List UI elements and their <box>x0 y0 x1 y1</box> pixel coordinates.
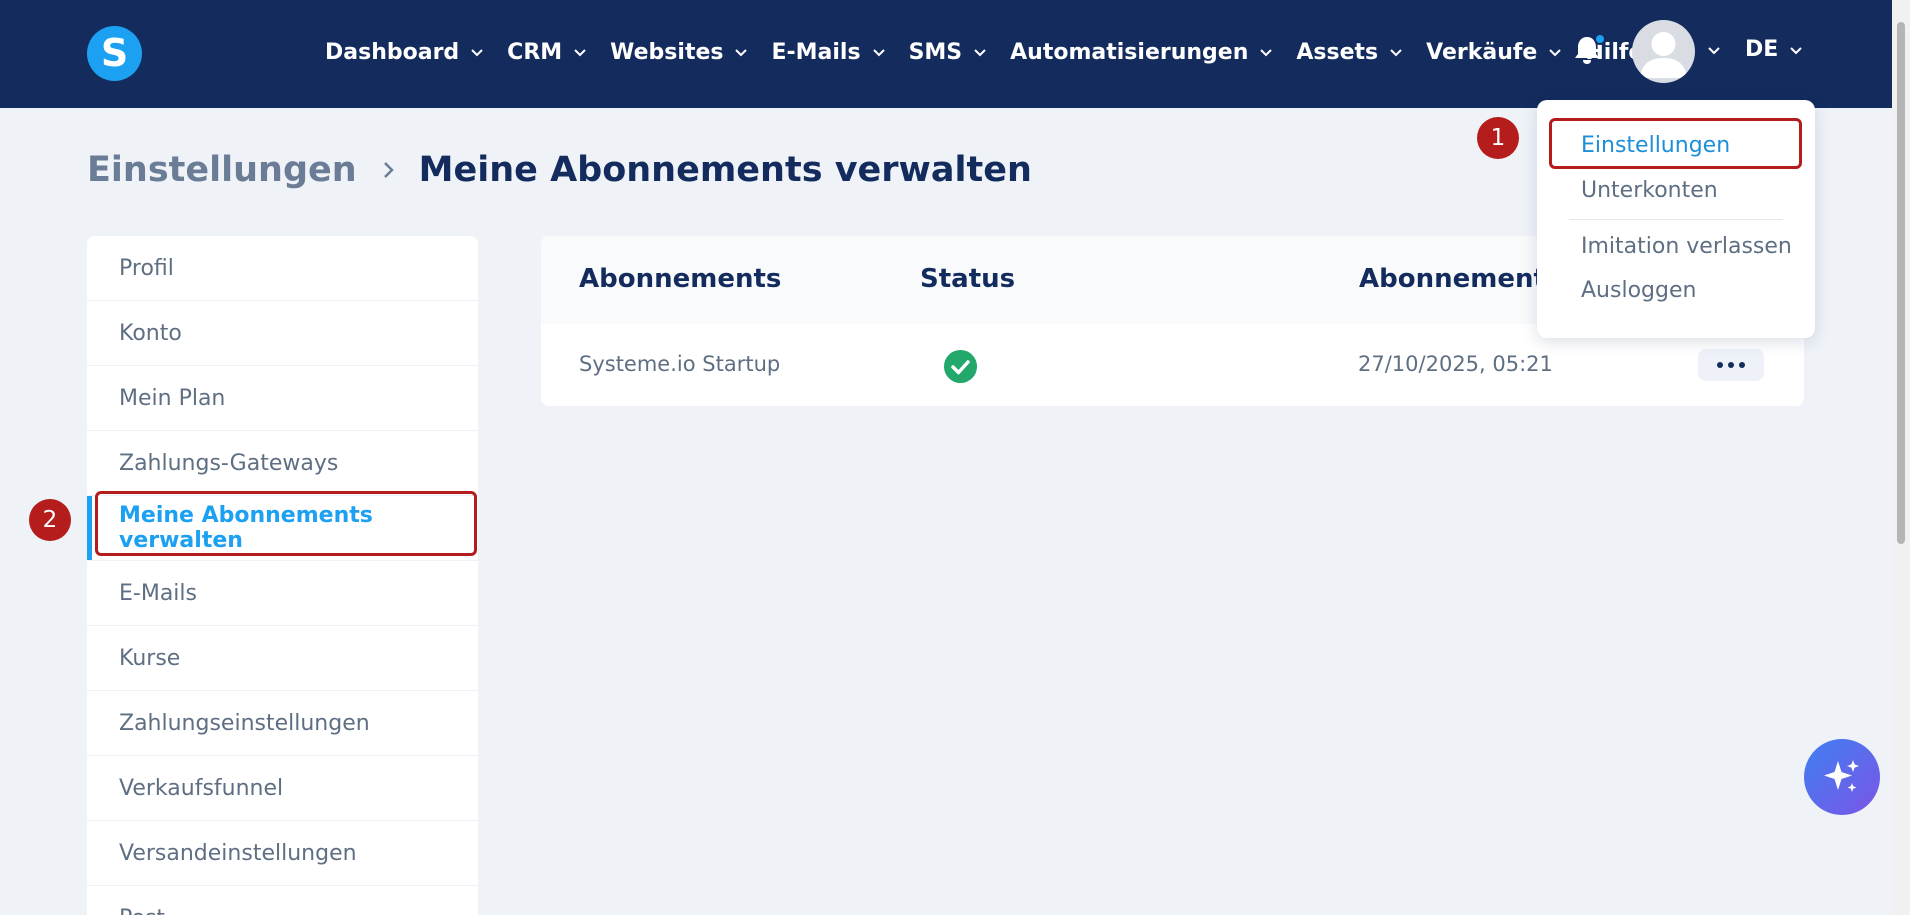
chevron-down-icon <box>574 49 586 57</box>
chevron-down-icon <box>974 49 986 57</box>
nav-emails[interactable]: E-Mails <box>771 40 886 65</box>
chevron-right-icon <box>383 162 394 178</box>
sidebar-item-label: Kurse <box>119 645 181 671</box>
settings-sidebar: Profil Konto Mein Plan Zahlungs-Gateways… <box>87 236 478 915</box>
sidebar-item-label: Zahlungseinstellungen <box>119 710 370 736</box>
sparkle-icon <box>1824 760 1859 792</box>
chevron-down-icon <box>1390 49 1402 57</box>
column-header-abonnements: Abonnements <box>579 264 782 294</box>
breadcrumb-parent[interactable]: Einstellungen <box>87 150 357 190</box>
page-scrollbar[interactable] <box>1892 0 1910 915</box>
top-navigation-bar: S Dashboard CRM Websites E-Mails SMS Aut… <box>0 0 1892 108</box>
more-dots-icon <box>1728 362 1734 368</box>
row-actions-button[interactable] <box>1698 349 1764 381</box>
chevron-down-icon <box>872 49 885 57</box>
nav-verkaeufe-label: Verkäufe <box>1426 39 1538 65</box>
more-dots-icon <box>1717 362 1723 368</box>
chevron-down-icon <box>1260 49 1273 57</box>
nav-sms[interactable]: SMS <box>909 40 989 65</box>
annotation-marker-2: 2 <box>29 499 71 541</box>
scrollbar-thumb[interactable] <box>1897 22 1905 544</box>
sidebar-item-mein-plan[interactable]: Mein Plan <box>87 366 478 431</box>
chevron-down-icon <box>1790 46 1803 54</box>
sidebar-item-zahlungseinstellungen[interactable]: Zahlungseinstellungen <box>87 691 478 756</box>
sidebar-item-label: Versandeinstellungen <box>119 840 357 866</box>
subscription-date: 27/10/2025, 05:21 <box>1358 352 1553 376</box>
sidebar-item-label: Mein Plan <box>119 385 226 411</box>
nav-verkaeufe[interactable]: Verkäufe <box>1426 40 1563 65</box>
nav-assets[interactable]: Assets <box>1296 40 1404 65</box>
nav-emails-label: E-Mails <box>771 39 861 65</box>
sidebar-item-verkaufsfunnel[interactable]: Verkaufsfunnel <box>87 756 478 821</box>
nav-assets-label: Assets <box>1296 39 1379 65</box>
ai-assistant-button[interactable] <box>1804 739 1880 815</box>
language-selector[interactable]: DE <box>1745 37 1804 62</box>
language-label: DE <box>1745 37 1779 62</box>
sidebar-item-konto[interactable]: Konto <box>87 301 478 366</box>
sidebar-item-label: Zahlungs-Gateways <box>119 450 339 476</box>
annotation-marker-1: 1 <box>1477 117 1519 159</box>
nav-crm-label: CRM <box>507 39 563 65</box>
sidebar-item-label: Verkaufsfunnel <box>119 775 284 801</box>
sidebar-item-kurse[interactable]: Kurse <box>87 626 478 691</box>
column-header-status: Status <box>920 264 1016 294</box>
nav-dashboard[interactable]: Dashboard <box>325 40 485 65</box>
sidebar-item-profil[interactable]: Profil <box>87 236 478 301</box>
nav-dashboard-label: Dashboard <box>325 39 460 65</box>
nav-automatisierungen[interactable]: Automatisierungen <box>1010 40 1274 65</box>
nav-websites-label: Websites <box>610 39 724 65</box>
annotation-highlight-1 <box>1549 118 1802 169</box>
sidebar-item-label: Post <box>119 906 165 915</box>
user-silhouette-icon <box>1640 32 1687 78</box>
sidebar-item-label: E-Mails <box>119 580 197 606</box>
main-nav: Dashboard CRM Websites E-Mails SMS Autom… <box>325 0 1665 104</box>
nav-automatisierungen-label: Automatisierungen <box>1010 39 1249 65</box>
nav-sms-label: SMS <box>908 39 963 65</box>
annotation-highlight-2 <box>95 491 477 556</box>
subscription-name: Systeme.io Startup <box>579 352 781 376</box>
sidebar-item-versandeinstellungen[interactable]: Versandeinstellungen <box>87 821 478 886</box>
nav-crm[interactable]: CRM <box>507 40 588 65</box>
more-dots-icon <box>1739 362 1745 368</box>
sidebar-item-emails[interactable]: E-Mails <box>87 561 478 626</box>
sidebar-item-label: Konto <box>119 320 182 346</box>
notification-dot <box>1594 33 1606 45</box>
sidebar-item-label: Profil <box>119 255 174 281</box>
sidebar-item-zahlungs-gateways[interactable]: Zahlungs-Gateways <box>87 431 478 496</box>
nav-websites[interactable]: Websites <box>610 40 749 65</box>
menu-item-ausloggen[interactable]: Ausloggen <box>1581 278 1696 303</box>
status-check-icon <box>944 350 977 383</box>
column-header-abonnementdatum: Abonnemento <box>1359 264 1564 294</box>
chevron-down-icon <box>1549 49 1562 57</box>
chevron-down-icon[interactable] <box>1706 42 1722 58</box>
chevron-down-icon <box>735 49 748 57</box>
systeme-logo[interactable]: S <box>87 26 142 81</box>
sidebar-item-post[interactable]: Post <box>87 886 478 915</box>
breadcrumb: Einstellungen Meine Abonnements verwalte… <box>87 150 1032 190</box>
page-title: Meine Abonnements verwalten <box>418 150 1032 190</box>
menu-item-unterkonten[interactable]: Unterkonten <box>1581 178 1718 203</box>
avatar[interactable] <box>1632 20 1695 83</box>
chevron-down-icon <box>471 49 483 57</box>
menu-item-imitation-verlassen[interactable]: Imitation verlassen <box>1581 234 1792 259</box>
menu-divider <box>1569 219 1783 220</box>
